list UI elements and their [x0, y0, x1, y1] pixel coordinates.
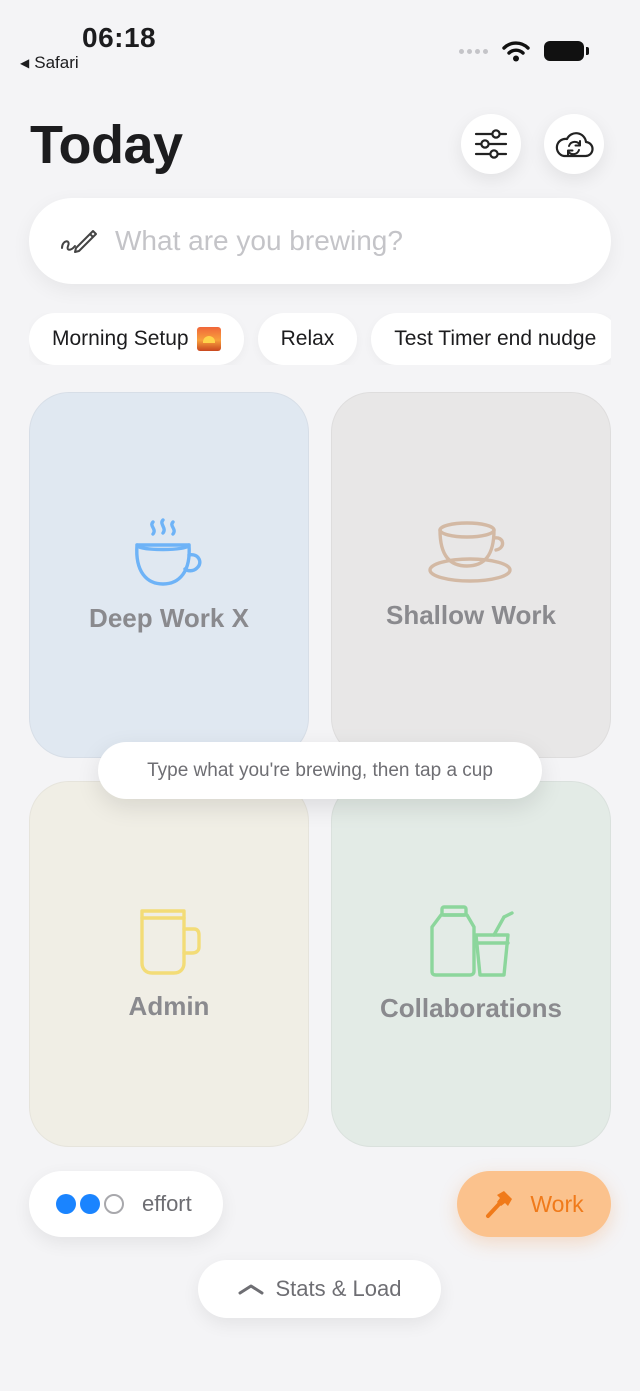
cellular-signal-icon [459, 48, 488, 54]
jar-and-glass-icon [430, 904, 514, 977]
teacup-saucer-icon [428, 520, 512, 583]
card-label: Admin [128, 990, 210, 1021]
card-label: Collaborations [379, 992, 562, 1023]
chip-test-timer[interactable]: Test Timer end nudge [371, 313, 611, 365]
filter-button[interactable] [461, 114, 521, 174]
effort-dot-1[interactable] [56, 1194, 76, 1214]
back-triangle-icon: ◀ [20, 56, 30, 70]
cloud-sync-icon [555, 132, 594, 158]
card-label: Deep Work X [89, 602, 249, 633]
effort-dot-2[interactable] [80, 1194, 100, 1214]
chip-label: Test Timer end nudge [394, 327, 597, 350]
stats-load-label: Stats & Load [275, 1276, 402, 1301]
quick-chips: Morning Setup Relax Test Timer end nudge [29, 313, 611, 365]
chip-label: Relax [280, 327, 335, 350]
hint-tooltip: Type what you're brewing, then tap a cup [98, 742, 542, 799]
steaming-cup-icon [135, 517, 202, 586]
sliders-icon [474, 129, 508, 159]
chip-label: Morning Setup [52, 327, 189, 350]
sunrise-icon [196, 327, 221, 351]
back-label: Safari [34, 53, 79, 72]
card-label: Shallow Work [386, 599, 556, 630]
cloud-sync-button[interactable] [544, 114, 604, 174]
chip-morning-setup[interactable]: Morning Setup [29, 313, 244, 365]
card-deep-work[interactable]: Deep Work X [29, 392, 309, 758]
effort-dot-3[interactable] [104, 1194, 124, 1214]
back-to-safari[interactable]: ◀ Safari [20, 53, 79, 73]
card-shallow-work[interactable]: Shallow Work [331, 392, 611, 758]
hammer-icon [486, 1191, 513, 1218]
effort-selector[interactable]: effort [29, 1171, 223, 1237]
status-time: 06:18 [82, 22, 157, 53]
brew-input[interactable] [115, 225, 575, 257]
wifi-icon [502, 41, 530, 62]
pencil-scribble-icon [61, 230, 97, 253]
chevron-up-icon [238, 1284, 263, 1295]
effort-label: effort [142, 1191, 192, 1216]
work-mode-button[interactable]: Work [457, 1171, 611, 1237]
mug-icon [140, 908, 201, 975]
brew-search-bar[interactable] [29, 198, 611, 284]
stats-load-button[interactable]: Stats & Load [198, 1260, 441, 1318]
page-title: Today [30, 115, 183, 175]
chip-relax[interactable]: Relax [257, 313, 358, 365]
status-indicators [459, 40, 589, 62]
work-mode-label: Work [530, 1190, 584, 1217]
card-admin[interactable]: Admin [29, 781, 309, 1147]
battery-icon [544, 41, 589, 61]
card-collaborations[interactable]: Collaborations [331, 781, 611, 1147]
